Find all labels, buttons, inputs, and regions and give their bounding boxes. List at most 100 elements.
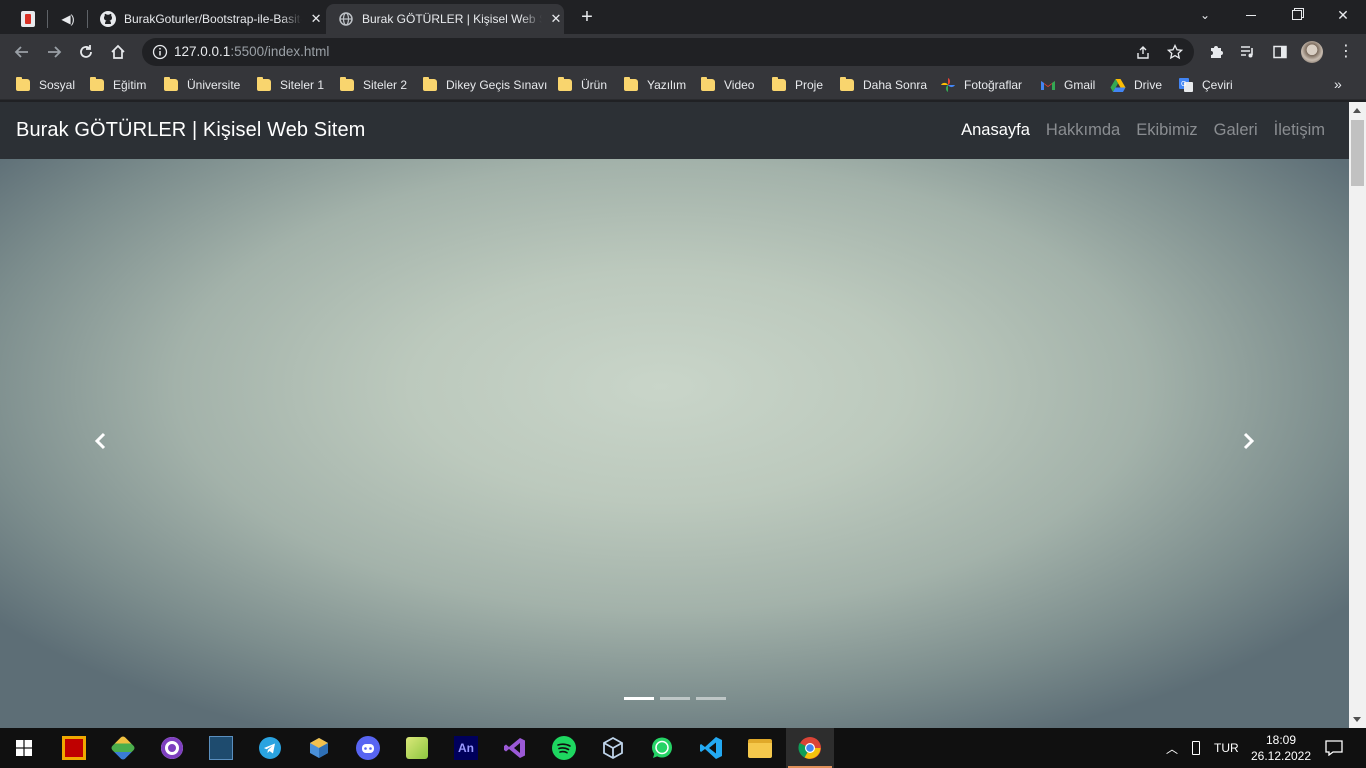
- bookmark-label: Ürün: [581, 78, 608, 92]
- browser-toolbar: 127.0.0.1:5500/index.html ⋮: [0, 34, 1366, 70]
- share-icon[interactable]: [1134, 43, 1152, 61]
- bookmark-star-icon[interactable]: [1166, 43, 1184, 61]
- discord-icon: [356, 736, 380, 760]
- chevron-right-icon: [1243, 432, 1255, 450]
- site-brand[interactable]: Burak GÖTÜRLER | Kişisel Web Sitem: [16, 119, 365, 142]
- scroll-down-arrow-icon[interactable]: [1353, 717, 1361, 722]
- taskbar-whatsapp[interactable]: [638, 728, 686, 768]
- forward-button[interactable]: [40, 38, 68, 66]
- bookmark-folder-dikey-gecis[interactable]: Dikey Geçis Sınavı: [423, 76, 547, 94]
- carousel-indicator-1[interactable]: [624, 697, 654, 700]
- whatsapp-icon: [652, 737, 672, 758]
- nav-link-ekibimiz[interactable]: Ekibimiz: [1136, 121, 1197, 140]
- pinned-audio-tab[interactable]: ◀): [48, 4, 88, 34]
- url-host: 127.0.0.1: [174, 44, 231, 59]
- bookmark-label: Gmail: [1064, 78, 1096, 92]
- tab-active-site[interactable]: Burak GÖTÜRLER | Kişisel Web Sitem ✕: [326, 4, 564, 34]
- taskbar-github-desktop[interactable]: [148, 728, 196, 768]
- bookmark-folder-daha-sonra[interactable]: Daha Sonra: [840, 76, 927, 94]
- git-icon: [110, 735, 136, 761]
- filezilla-icon: [62, 736, 86, 760]
- bookmark-folder-universite[interactable]: Üniversite: [164, 76, 240, 94]
- minimize-button[interactable]: [1228, 0, 1274, 30]
- more-bookmarks-chevron-icon[interactable]: »: [1334, 76, 1342, 92]
- nav-link-hakkimda[interactable]: Hakkımda: [1046, 121, 1120, 140]
- tab-title: BurakGoturler/Bootstrap-ile-Basit-Web-Si…: [124, 12, 302, 26]
- bookmark-label: Sosyal: [39, 78, 76, 92]
- bookmark-folder-egitim[interactable]: Eğitim: [90, 76, 146, 94]
- scrollbar-thumb[interactable]: [1351, 120, 1364, 186]
- taskbar-discord[interactable]: [344, 728, 392, 768]
- bookmark-folder-yazilim[interactable]: Yazılım: [624, 76, 686, 94]
- restore-button[interactable]: [1274, 0, 1320, 30]
- media-control-button[interactable]: [1234, 38, 1262, 66]
- carousel-indicator-3[interactable]: [696, 697, 726, 700]
- notification-icon: [1325, 740, 1343, 756]
- bookmark-folder-urun[interactable]: Ürün: [558, 76, 607, 94]
- taskbar-clock[interactable]: 18:09 26.12.2022: [1246, 732, 1316, 764]
- action-center-button[interactable]: [1322, 728, 1346, 768]
- close-tab-icon[interactable]: ✕: [548, 11, 564, 27]
- nav-link-anasayfa[interactable]: Anasayfa: [961, 121, 1030, 140]
- avatar: [1301, 41, 1323, 63]
- taskbar-mysql-workbench[interactable]: [197, 728, 245, 768]
- profile-avatar[interactable]: [1298, 38, 1326, 66]
- bookmark-folder-siteler-1[interactable]: Siteler 1: [257, 76, 324, 94]
- telegram-icon: [259, 737, 281, 759]
- carousel-next-button[interactable]: [1236, 429, 1260, 453]
- taskbar-git[interactable]: [99, 728, 147, 768]
- tray-overflow-chevron-up-icon[interactable]: ︿: [1166, 740, 1178, 757]
- page-viewport: Burak GÖTÜRLER | Kişisel Web Sitem Anasa…: [0, 102, 1349, 728]
- taskbar-animate[interactable]: An: [442, 728, 490, 768]
- input-language[interactable]: TUR: [1214, 741, 1239, 755]
- start-button[interactable]: [0, 728, 48, 768]
- nav-link-galeri[interactable]: Galeri: [1214, 121, 1258, 140]
- taskbar-file-explorer[interactable]: [736, 728, 784, 768]
- scroll-up-arrow-icon[interactable]: [1353, 108, 1361, 113]
- taskbar-telegram[interactable]: [246, 728, 294, 768]
- taskbar-app-cube[interactable]: [295, 728, 343, 768]
- taskbar-notepad-plus[interactable]: [393, 728, 441, 768]
- clock-time: 18:09: [1265, 733, 1297, 747]
- address-bar[interactable]: 127.0.0.1:5500/index.html: [142, 38, 1194, 66]
- bookmarks-bar: Sosyal Eğitim Üniversite Siteler 1 Sitel…: [0, 70, 1366, 100]
- bookmark-folder-siteler-2[interactable]: Siteler 2: [340, 76, 407, 94]
- carousel-prev-button[interactable]: [89, 429, 113, 453]
- tab-github[interactable]: BurakGoturler/Bootstrap-ile-Basit-Web-Si…: [88, 4, 324, 34]
- reload-button[interactable]: [72, 38, 100, 66]
- back-button[interactable]: [8, 38, 36, 66]
- bookmark-folder-video[interactable]: Video: [701, 76, 754, 94]
- battery-usb-icon[interactable]: [1192, 741, 1201, 755]
- bookmark-gmail[interactable]: Gmail: [1040, 76, 1095, 94]
- minimize-icon: [1246, 14, 1256, 16]
- bookmark-fotograflar[interactable]: Fotoğraflar: [940, 76, 1022, 94]
- pinned-tab[interactable]: [8, 4, 48, 34]
- folder-icon: [701, 77, 715, 91]
- taskbar-filezilla[interactable]: [50, 728, 98, 768]
- chrome-menu-button[interactable]: ⋮: [1332, 38, 1360, 66]
- home-button[interactable]: [104, 38, 132, 66]
- taskbar-visual-studio[interactable]: [491, 728, 539, 768]
- taskbar-vscode[interactable]: [687, 728, 735, 768]
- nav-link-iletisim[interactable]: İletişim: [1274, 121, 1325, 140]
- tab-search-button[interactable]: ⌄: [1182, 0, 1228, 30]
- taskbar-virtualbox[interactable]: [589, 728, 637, 768]
- bookmark-label: Siteler 1: [280, 78, 325, 92]
- google-drive-icon: [1110, 77, 1126, 93]
- close-tab-icon[interactable]: ✕: [308, 11, 324, 27]
- taskbar-spotify[interactable]: [540, 728, 588, 768]
- bookmark-drive[interactable]: Drive: [1110, 76, 1162, 94]
- folder-icon: [16, 77, 30, 91]
- new-tab-button[interactable]: +: [576, 6, 598, 28]
- taskbar-chrome[interactable]: [786, 728, 834, 768]
- close-window-button[interactable]: ✕: [1320, 0, 1366, 30]
- side-panel-button[interactable]: [1266, 38, 1294, 66]
- extensions-button[interactable]: [1202, 38, 1230, 66]
- notepad-plus-icon: [406, 737, 428, 759]
- bookmark-folder-sosyal[interactable]: Sosyal: [16, 76, 75, 94]
- site-info-icon[interactable]: [152, 44, 168, 60]
- page-scrollbar[interactable]: [1349, 102, 1366, 728]
- bookmark-folder-proje[interactable]: Proje: [772, 76, 823, 94]
- bookmark-ceviri[interactable]: G Çeviri: [1178, 76, 1233, 94]
- carousel-indicator-2[interactable]: [660, 697, 690, 700]
